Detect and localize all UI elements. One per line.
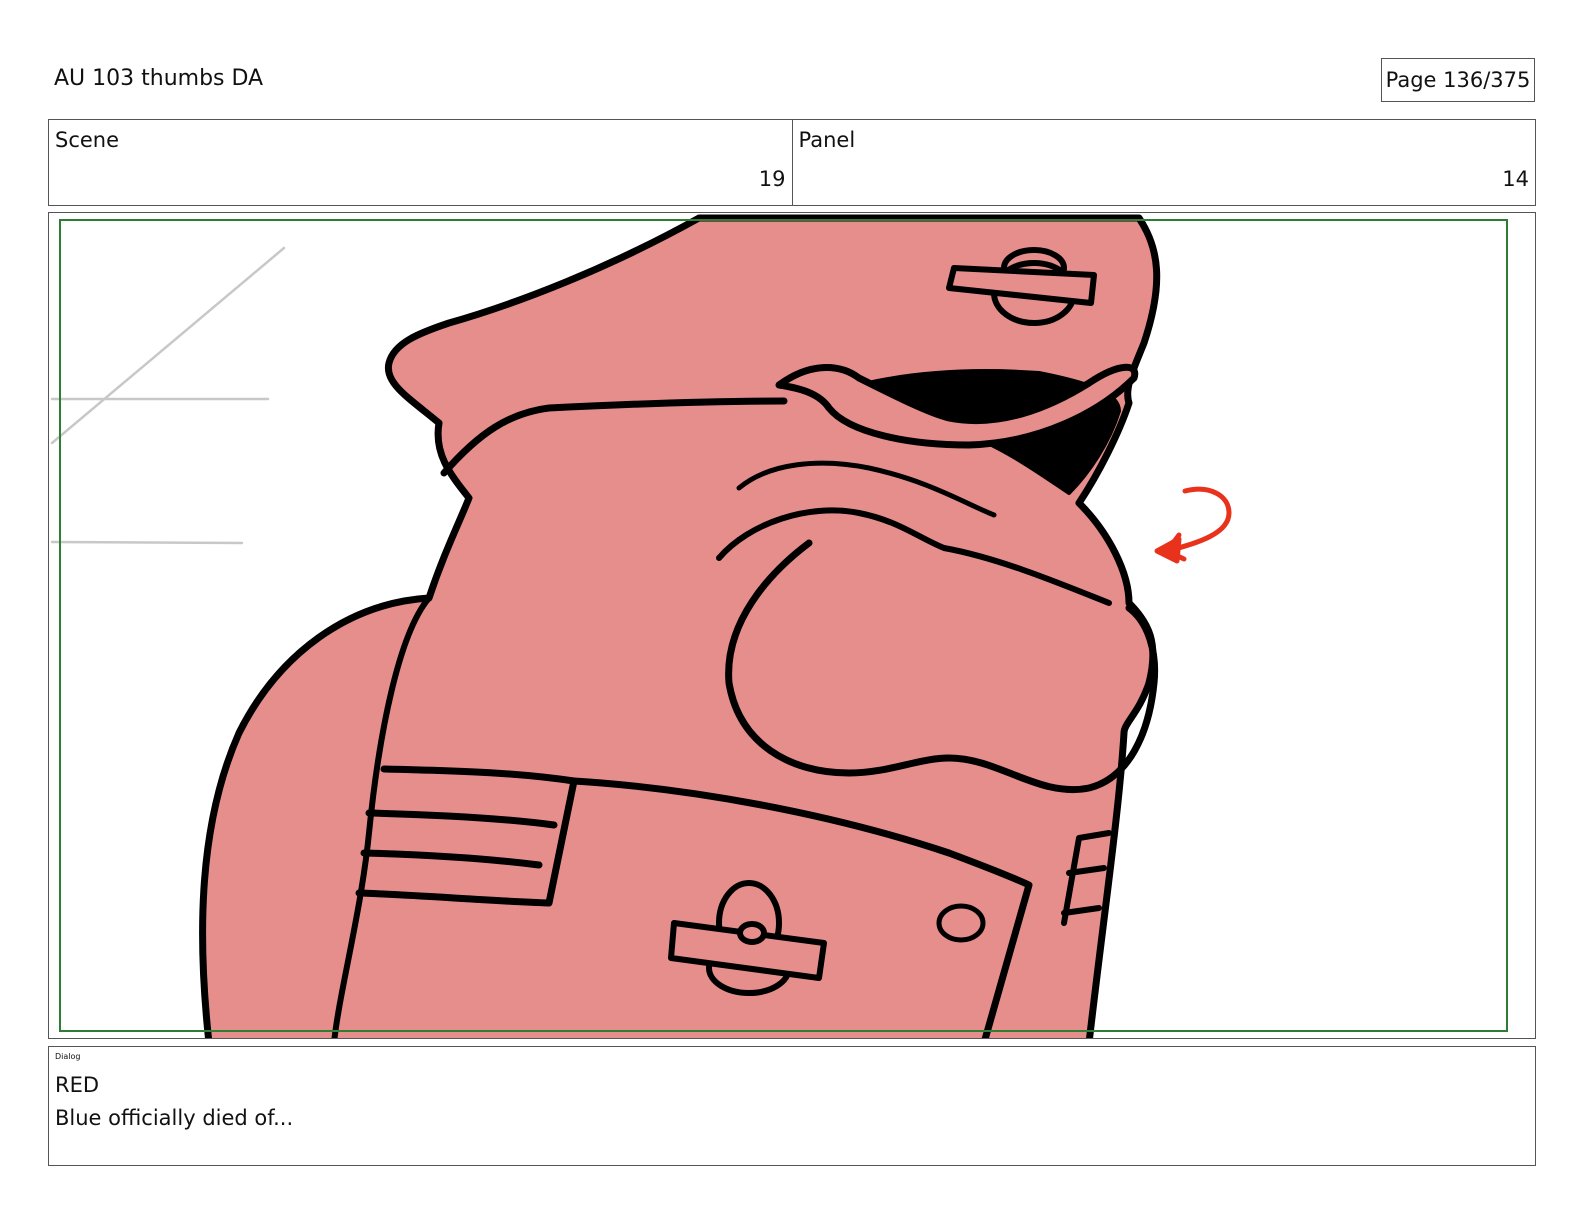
character-body xyxy=(199,214,1161,1038)
storyboard-panel xyxy=(48,212,1536,1039)
page-indicator: Page 136/375 xyxy=(1381,58,1535,102)
dialog-label: Dialog xyxy=(55,1052,81,1061)
panel-cell: Panel 14 xyxy=(791,120,1536,205)
storyboard-drawing xyxy=(50,214,1508,1038)
scene-cell: Scene 19 xyxy=(49,120,792,205)
scene-number: 19 xyxy=(758,167,786,191)
panel-number: 14 xyxy=(1502,167,1529,191)
character-drawing xyxy=(199,214,1161,1038)
dialog-box: Dialog RED Blue officially died of... xyxy=(48,1046,1536,1166)
dialog-speaker: RED xyxy=(55,1073,100,1097)
document-title: AU 103 thumbs DA xyxy=(54,66,264,91)
scene-label: Scene xyxy=(55,128,120,152)
scene-panel-info: Scene 19 Panel 14 xyxy=(48,119,1536,206)
dialog-line: Blue officially died of... xyxy=(55,1106,294,1130)
panel-label: Panel xyxy=(798,128,856,152)
red-arrow-icon xyxy=(1154,486,1232,564)
sketch-lines xyxy=(50,246,286,545)
